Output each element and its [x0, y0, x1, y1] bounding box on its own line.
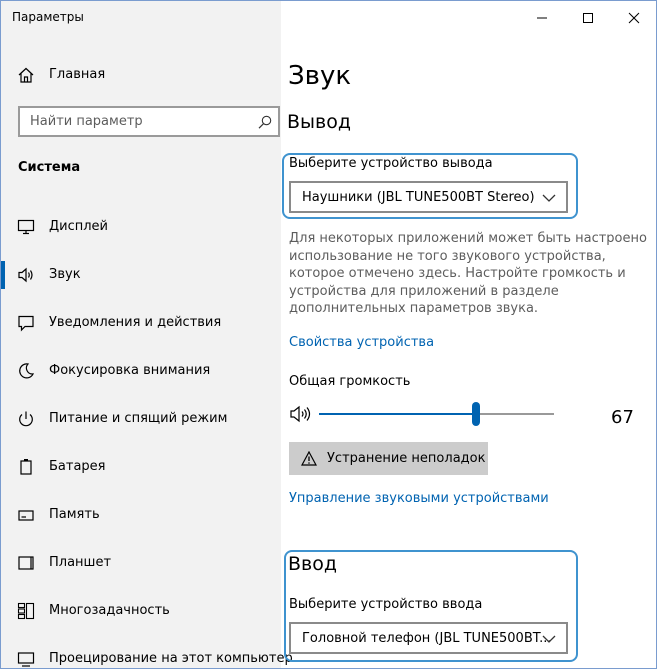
search-box[interactable] [18, 106, 280, 137]
sidebar-item-home[interactable]: Главная [1, 57, 281, 93]
sidebar-item-focus-assist[interactable]: Фокусировка внимания [1, 351, 281, 391]
output-device-label: Выберите устройство вывода [289, 156, 493, 171]
home-icon [18, 67, 34, 83]
sidebar-section-title: Система [18, 160, 81, 175]
main-content: Звук Вывод Выберите устройство вывода На… [281, 1, 656, 668]
power-icon [19, 411, 33, 427]
chevron-down-icon [542, 635, 556, 643]
sidebar-item-label: Звук [49, 267, 81, 282]
sidebar-item-projecting[interactable]: Проецирование на этот компьютер [1, 639, 293, 668]
sidebar-item-label: Фокусировка внимания [49, 363, 211, 378]
volume-slider-thumb[interactable] [472, 402, 480, 426]
active-indicator [1, 261, 5, 289]
sidebar-item-sound[interactable]: Звук [1, 255, 281, 295]
chevron-down-icon [542, 194, 556, 202]
output-heading: Вывод [287, 111, 351, 133]
sidebar-item-label: Память [49, 507, 100, 522]
sidebar-item-label: Планшет [49, 555, 112, 570]
search-input[interactable] [20, 108, 250, 135]
device-properties-link[interactable]: Свойства устройства [289, 335, 434, 350]
troubleshoot-button[interactable]: Устранение неполадок [289, 442, 488, 475]
sidebar-item-battery[interactable]: Батарея [1, 447, 281, 487]
volume-label: Общая громкость [289, 374, 411, 389]
tablet-icon [18, 556, 34, 570]
sidebar-item-multitasking[interactable]: Многозадачность [1, 591, 281, 631]
speaker-icon[interactable] [289, 403, 315, 425]
sidebar-item-home-label: Главная [49, 67, 106, 82]
projecting-icon [17, 652, 35, 667]
display-icon [17, 219, 35, 235]
input-device-label: Выберите устройство ввода [289, 597, 483, 612]
focus-assist-icon [19, 363, 35, 379]
search-icon[interactable] [258, 115, 272, 129]
input-device-dropdown[interactable]: Головной телефон (JBL TUNE500BT... [289, 622, 568, 654]
sidebar: Параметры Главная Система Дисплей [1, 1, 293, 668]
manage-sound-devices-link[interactable]: Управление звуковыми устройствами [289, 491, 549, 506]
window-title: Параметры [12, 10, 84, 24]
sidebar-item-label: Дисплей [49, 219, 109, 234]
input-device-value: Головной телефон (JBL TUNE500BT... [302, 631, 552, 646]
sidebar-item-label: Питание и спящий режим [49, 411, 228, 426]
sidebar-item-label: Проецирование на этот компьютер [49, 651, 293, 666]
sidebar-item-display[interactable]: Дисплей [1, 207, 281, 247]
settings-window: Параметры Главная Система Дисплей [0, 0, 657, 669]
sidebar-item-tablet[interactable]: Планшет [1, 543, 281, 583]
volume-slider-track[interactable] [319, 413, 554, 415]
output-device-dropdown[interactable]: Наушники (JBL TUNE500BT Stereo) [289, 181, 568, 213]
battery-icon [20, 459, 32, 475]
multitasking-icon [17, 602, 35, 620]
input-heading: Ввод [288, 553, 337, 575]
sidebar-item-notifications[interactable]: Уведомления и действия [1, 303, 281, 343]
volume-slider-fill [319, 413, 476, 415]
output-description: Для некоторых приложений может быть наст… [289, 231, 647, 316]
sidebar-item-storage[interactable]: Память [1, 495, 281, 535]
volume-value: 67 [611, 407, 634, 428]
warning-icon [301, 451, 317, 466]
sound-icon [18, 267, 33, 283]
page-title: Звук [288, 61, 352, 91]
storage-icon [18, 510, 34, 521]
notifications-icon [18, 315, 34, 332]
sidebar-item-label: Многозадачность [49, 603, 170, 618]
troubleshoot-button-label: Устранение неполадок [327, 451, 486, 466]
sidebar-item-label: Батарея [49, 459, 106, 474]
output-device-value: Наушники (JBL TUNE500BT Stereo) [302, 190, 535, 205]
sidebar-item-label: Уведомления и действия [49, 315, 222, 330]
sidebar-item-power[interactable]: Питание и спящий режим [1, 399, 281, 439]
